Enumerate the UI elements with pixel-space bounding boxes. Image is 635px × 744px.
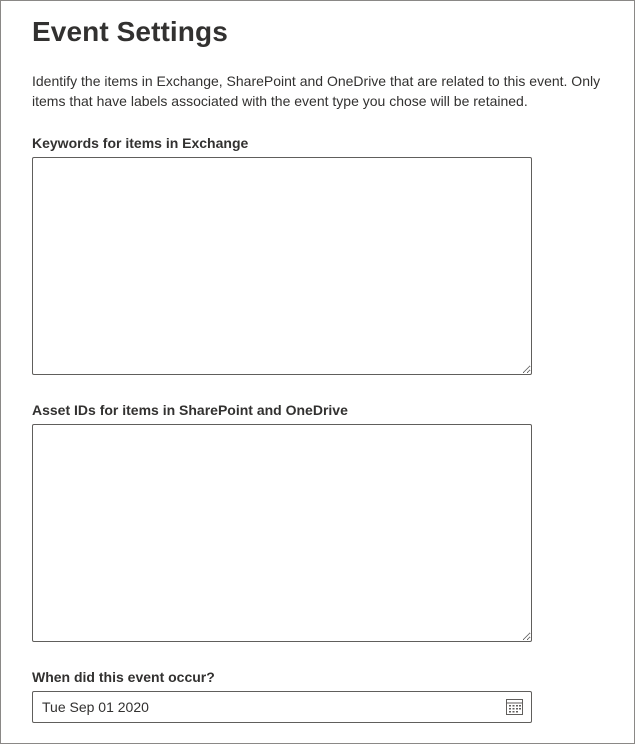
calendar-icon[interactable] [506, 699, 523, 715]
event-settings-panel: Event Settings Identify the items in Exc… [0, 0, 635, 744]
event-date-label: When did this event occur? [32, 669, 215, 685]
keywords-label: Keywords for items in Exchange [32, 135, 249, 151]
asset-ids-textarea[interactable] [32, 424, 532, 642]
event-date-picker[interactable]: Tue Sep 01 2020 [32, 691, 532, 723]
keywords-textarea[interactable] [32, 157, 532, 375]
page-description: Identify the items in Exchange, SharePoi… [32, 73, 601, 109]
event-date-value: Tue Sep 01 2020 [42, 699, 149, 715]
page-title: Event Settings [32, 16, 228, 47]
asset-ids-label: Asset IDs for items in SharePoint and On… [32, 402, 348, 418]
